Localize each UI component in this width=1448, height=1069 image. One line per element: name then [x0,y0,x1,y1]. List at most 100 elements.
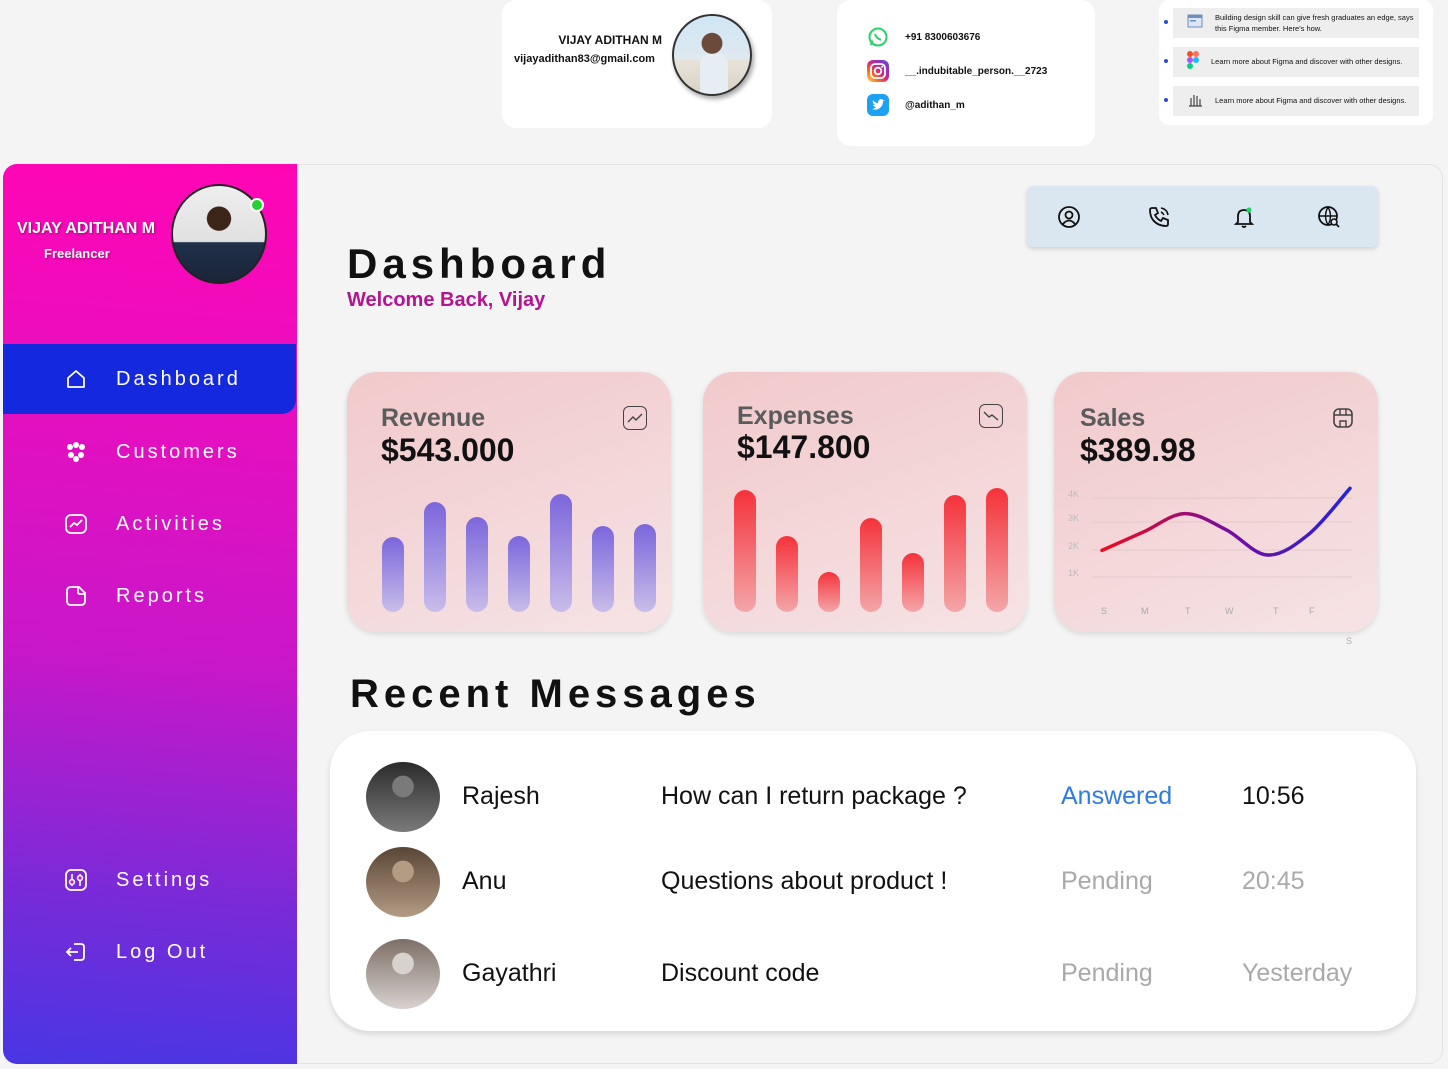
sidebar: VIJAY ADITHAN M Freelancer Dashboard Cus… [3,164,297,1064]
chart-bar [944,495,966,612]
chart-bar [466,517,488,612]
profile-card: VIJAY ADITHAN M vijayadithan83@gmail.com [502,0,772,128]
message-subject: How can I return package ? [661,782,967,810]
x-tick-label: F [1309,606,1315,616]
sidebar-item-settings[interactable]: Settings [3,845,296,915]
sales-card[interactable]: Sales $389.98 4K 3K 2K 1K S M T W T F S [1054,372,1378,646]
globe-search-icon[interactable] [1316,204,1342,230]
user-icon[interactable] [1056,204,1082,230]
social-text: @adithan_m [905,99,965,111]
expenses-label: Expenses [737,402,854,430]
y-tick-label: 2K [1068,541,1079,551]
avatar [366,762,440,832]
sender-name: Anu [462,867,507,895]
sender-name: Gayathri [462,959,557,987]
x-tick-label: T [1185,606,1191,616]
y-tick-label: 3K [1068,513,1079,523]
message-subject: Questions about product ! [661,867,948,895]
sales-line-chart: 4K 3K 2K 1K S M T W T F S [1068,486,1352,646]
sidebar-item-label: Dashboard [116,367,241,390]
x-tick-label: S [1346,636,1352,646]
chart-bar [860,518,882,612]
news-card: Building design skill can give fresh gra… [1159,0,1433,125]
profile-card-email[interactable]: vijayadithan83@gmail.com [514,53,655,65]
online-status-dot [250,198,264,212]
table-row[interactable]: Gayathri Discount code Pending Yesterday [330,939,1416,1015]
chart-bar [592,526,614,612]
home-icon [63,366,89,392]
bell-icon[interactable] [1231,204,1257,230]
news-text: Learn more about Figma and discover with… [1215,96,1407,106]
social-row-twitter[interactable]: @adithan_m [867,94,965,116]
status-badge: Pending [1061,959,1153,987]
chart-bar [508,536,530,612]
news-text: Learn more about Figma and discover with… [1211,57,1403,67]
status-badge: Pending [1061,867,1153,895]
news-text: Building design skill can give fresh gra… [1215,12,1414,33]
sidebar-item-label: Activities [116,512,225,535]
chart-bar [818,572,840,612]
status-badge: Answered [1061,782,1173,810]
avatar [366,939,440,1009]
figma-icon [1187,51,1199,72]
instagram-icon [867,60,889,82]
expenses-card[interactable]: Expenses $147.800 [703,372,1027,632]
twitter-icon [867,94,889,116]
sidebar-item-label: Customers [116,440,240,463]
customers-icon [63,439,89,465]
social-text: __.indubitable_person.__2723 [905,65,1048,77]
sidebar-item-reports[interactable]: Reports [3,561,296,631]
chart-bar [424,502,446,612]
x-tick-label: M [1141,606,1149,616]
table-row[interactable]: Anu Questions about product ! Pending 20… [330,847,1416,923]
trend-down-icon [979,404,1003,428]
messages-table: Rajesh How can I return package ? Answer… [330,731,1416,1031]
message-time: 20:45 [1242,867,1305,895]
social-row-whatsapp[interactable]: +91 8300603676 [867,26,980,48]
revenue-label: Revenue [381,404,486,432]
profile-card-name: VIJAY ADITHAN M [558,33,662,47]
news-item[interactable]: Learn more about Figma and discover with… [1164,47,1419,77]
sidebar-item-logout[interactable]: Log Out [3,917,296,987]
chart-bar [550,494,572,612]
reports-icon [63,583,89,609]
message-subject: Discount code [661,959,820,987]
social-card: +91 8300603676 __.indubitable_person.__2… [837,0,1095,146]
logout-icon [63,939,89,965]
social-row-instagram[interactable]: __.indubitable_person.__2723 [867,60,1047,82]
whatsapp-icon [867,26,889,48]
message-time: Yesterday [1242,959,1353,987]
sidebar-item-activities[interactable]: Activities [3,489,296,559]
browser-window-icon [1187,14,1203,31]
page-title: Dashboard [347,240,612,287]
sender-name: Rajesh [462,782,540,810]
chart-bar [634,524,656,612]
trend-up-icon [623,406,647,430]
settings-icon [63,867,89,893]
table-row[interactable]: Rajesh How can I return package ? Answer… [330,762,1416,838]
hand-icon [1187,91,1203,110]
revenue-value: $543.000 [381,432,515,468]
message-time: 10:56 [1242,782,1305,810]
chart-bar [382,537,404,612]
expenses-value: $147.800 [737,429,871,465]
news-item[interactable]: Building design skill can give fresh gra… [1164,8,1419,38]
sidebar-item-dashboard[interactable]: Dashboard [3,344,296,414]
x-tick-label: S [1101,606,1107,616]
chart-bar [902,553,924,612]
sidebar-item-customers[interactable]: Customers [3,417,296,487]
top-icon-toolbar [1027,186,1378,247]
sidebar-item-label: Reports [116,584,208,607]
phone-icon[interactable] [1146,204,1172,230]
profile-card-avatar [672,14,752,96]
avatar [366,847,440,917]
revenue-card[interactable]: Revenue $543.000 [347,372,671,632]
y-tick-label: 1K [1068,568,1079,578]
chart-bar [776,536,798,612]
news-item[interactable]: Learn more about Figma and discover with… [1164,86,1419,116]
y-tick-label: 4K [1068,489,1079,499]
sidebar-item-label: Log Out [116,940,209,963]
chart-bar [986,488,1008,612]
chart-bar [734,490,756,612]
x-tick-label: T [1273,606,1279,616]
